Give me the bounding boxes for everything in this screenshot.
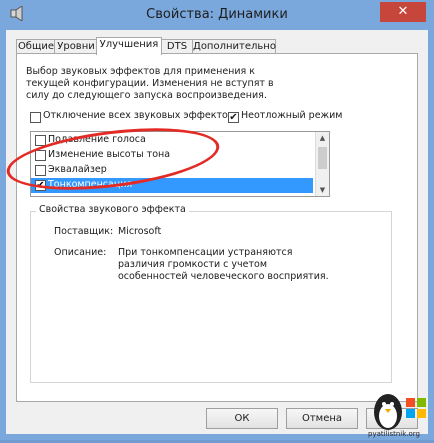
- effects-scrollbar[interactable]: ▲ ▼: [315, 132, 329, 196]
- properties-window: Свойства: Динамики ✕ Общие Уровни Улучше…: [0, 0, 434, 440]
- tab-advanced[interactable]: Дополнительно: [192, 39, 276, 54]
- disable-all-effects-label: Отключение всех звуковых эффектов: [43, 110, 234, 121]
- description-value: При тонкомпенсации устраняются различия …: [118, 247, 329, 282]
- close-button[interactable]: ✕: [380, 2, 426, 22]
- scroll-up-icon[interactable]: ▲: [316, 132, 329, 144]
- effect-label: Подавление голоса: [48, 134, 146, 145]
- effect-label: Изменение высоты тона: [48, 149, 171, 160]
- watermark-text: pyatilistnik.org: [368, 430, 420, 438]
- effect-properties-title: Свойства звукового эффекта: [36, 204, 189, 215]
- list-item-selected[interactable]: ✔ Тонкомпенсация: [31, 178, 313, 193]
- tab-enhancements[interactable]: Улучшения: [96, 37, 162, 55]
- disable-all-effects-checkbox[interactable]: [30, 112, 41, 123]
- tab-levels[interactable]: Уровни: [54, 39, 98, 54]
- tab-dts[interactable]: DTS: [160, 39, 194, 54]
- cancel-button[interactable]: Отмена: [286, 408, 358, 429]
- scrollbar-thumb[interactable]: [318, 147, 327, 169]
- list-item[interactable]: Изменение высоты тона: [31, 148, 313, 163]
- provider-value: Microsoft: [118, 226, 162, 237]
- effect-checkbox[interactable]: [35, 135, 46, 146]
- dialog-client-area: Общие Уровни Улучшения DTS Дополнительно…: [6, 30, 428, 434]
- effect-label: Тонкомпенсация: [48, 179, 133, 190]
- tab-general[interactable]: Общие: [16, 39, 56, 54]
- effect-label: Эквалайзер: [48, 164, 107, 175]
- effects-list: Подавление голоса Изменение высоты тона …: [30, 131, 330, 197]
- title-bar[interactable]: Свойства: Динамики ✕: [0, 0, 434, 28]
- list-item[interactable]: Подавление голоса: [31, 133, 313, 148]
- effect-checkbox[interactable]: [35, 150, 46, 161]
- list-item[interactable]: Эквалайзер: [31, 163, 313, 178]
- provider-label: Поставщик:: [54, 226, 114, 237]
- immediate-mode-checkbox[interactable]: ✔: [228, 112, 239, 123]
- effect-checkbox[interactable]: ✔: [35, 180, 46, 191]
- scroll-down-icon[interactable]: ▼: [316, 184, 329, 196]
- ok-button[interactable]: ОК: [206, 408, 278, 429]
- watermark: pyatilistnik.org: [362, 384, 434, 440]
- description-label: Описание:: [54, 247, 107, 258]
- window-title: Свойства: Динамики: [146, 7, 288, 22]
- immediate-mode-label: Неотложный режим: [241, 110, 343, 121]
- effect-checkbox[interactable]: [35, 165, 46, 176]
- description-text: Выбор звуковых эффектов для применения к…: [26, 66, 274, 101]
